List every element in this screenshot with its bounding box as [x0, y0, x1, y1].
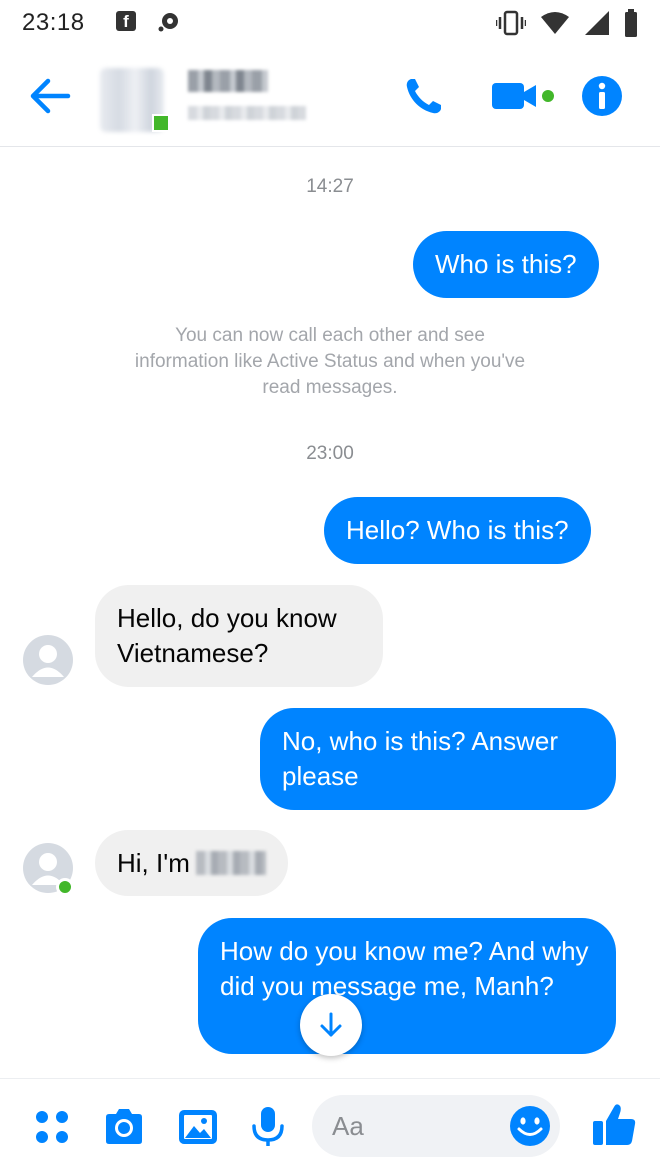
camera-icon[interactable]: [102, 1105, 146, 1149]
phone-icon[interactable]: [402, 74, 446, 118]
thumbs-up-icon[interactable]: [590, 1101, 638, 1149]
message-input[interactable]: Aa: [312, 1095, 560, 1157]
emoji-icon[interactable]: [508, 1104, 552, 1148]
status-bar: 23:18 f: [0, 0, 660, 46]
arrow-down-icon: [320, 1012, 342, 1037]
contact-status-redacted: [188, 106, 306, 120]
message-composer: Aa: [0, 1078, 660, 1174]
vibrate-icon: [496, 10, 526, 36]
redacted-name: [195, 851, 266, 875]
message-outgoing[interactable]: How do you know me? And why did you mess…: [198, 918, 616, 1054]
microphone-icon[interactable]: [246, 1105, 290, 1149]
signal-icon: [585, 11, 609, 35]
message-incoming[interactable]: Hello, do you know Vietnamese?: [95, 585, 383, 687]
timestamp: 23:00: [306, 443, 354, 464]
message-outgoing[interactable]: No, who is this? Answer please: [260, 708, 616, 810]
more-options-icon[interactable]: [30, 1105, 74, 1149]
back-arrow-icon[interactable]: [28, 76, 72, 116]
scroll-to-bottom-button[interactable]: [300, 994, 362, 1056]
message-incoming[interactable]: Hi, I'm: [95, 830, 288, 896]
online-indicator: [152, 114, 170, 132]
message-outgoing[interactable]: Who is this?: [413, 231, 599, 298]
message-outgoing[interactable]: Hello? Who is this?: [324, 497, 591, 564]
video-camera-icon[interactable]: [490, 74, 562, 118]
battery-icon: [625, 9, 637, 37]
info-icon[interactable]: [580, 74, 624, 118]
online-indicator: [56, 878, 74, 896]
wifi-icon: [541, 12, 569, 34]
facebook-notification-icon: f: [116, 11, 136, 31]
gallery-icon[interactable]: [176, 1105, 220, 1149]
message-text: Hi, I'm: [117, 848, 190, 878]
messenger-notification-icon: [158, 13, 178, 32]
status-time: 23:18: [22, 9, 85, 36]
contact-name-redacted[interactable]: [188, 70, 268, 92]
timestamp: 14:27: [306, 176, 354, 197]
chat-header: [0, 46, 660, 147]
system-note: You can now call each other and see info…: [134, 325, 526, 398]
contact-avatar-icon[interactable]: [22, 634, 74, 686]
message-input-placeholder: Aa: [332, 1111, 364, 1141]
